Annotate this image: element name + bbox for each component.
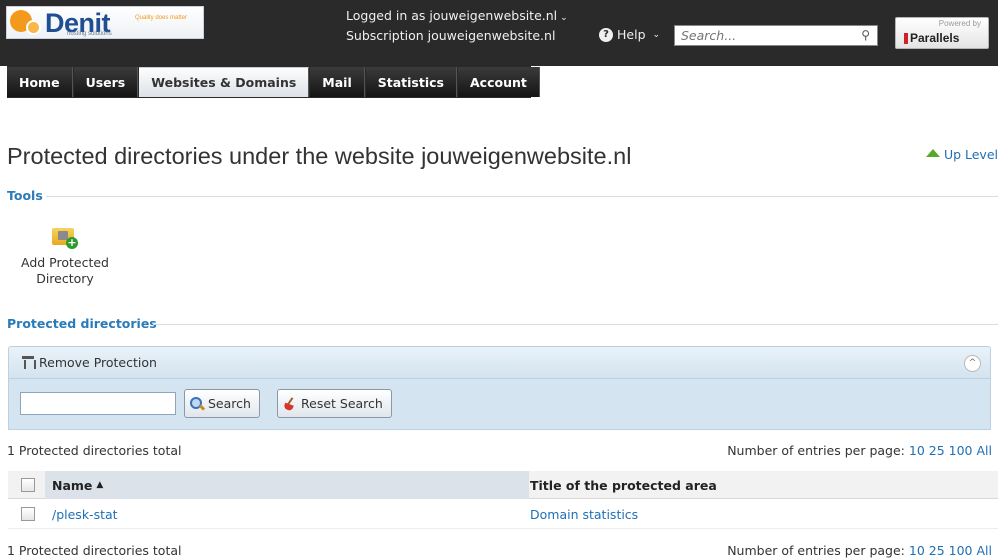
logo-mark-small: [26, 20, 41, 35]
per-page-100[interactable]: 100: [949, 543, 973, 558]
chevron-up-icon: ^: [968, 358, 977, 368]
tab-users[interactable]: Users: [73, 67, 139, 97]
remove-protection-button[interactable]: Remove Protection: [22, 355, 157, 370]
powered-by-label: Powered by: [938, 19, 981, 28]
table-header: Name ▲ Title of the protected area: [8, 471, 998, 499]
select-all-checkbox[interactable]: [21, 478, 35, 492]
tools-divider: [46, 196, 998, 197]
protected-directories-section-label: Protected directories: [7, 316, 157, 331]
up-arrow-icon: [925, 148, 940, 157]
per-page-label: Number of entries per page:: [727, 443, 905, 458]
search-panel: Search Reset Search: [8, 379, 991, 430]
per-page-all[interactable]: All: [977, 443, 993, 458]
per-page-label: Number of entries per page:: [727, 543, 905, 558]
reset-search-label: Reset Search: [301, 396, 383, 411]
total-count: 1 Protected directories total: [7, 443, 182, 458]
up-level-link[interactable]: Up Level: [925, 147, 998, 162]
tab-home[interactable]: Home: [7, 67, 73, 97]
protected-area-title-link[interactable]: Domain statistics: [530, 507, 638, 522]
entries-per-page: Number of entries per page: 10 25 100 Al…: [727, 443, 992, 458]
logged-in-text: Logged in as jouweigenwebsite.nl: [346, 8, 558, 23]
total-count-bottom: 1 Protected directories total: [7, 543, 182, 558]
collapse-toggle[interactable]: ^: [964, 355, 981, 372]
help-label: Help: [617, 27, 646, 42]
powered-by-badge[interactable]: Powered by Parallels: [895, 17, 989, 49]
logo-tagline: Quality does matter: [135, 15, 188, 21]
column-header-title: Title of the protected area: [530, 477, 717, 493]
reset-search-button[interactable]: Reset Search: [277, 389, 392, 418]
help-menu[interactable]: ? Help ⌄: [599, 27, 660, 42]
per-page-25[interactable]: 25: [929, 443, 945, 458]
logged-in-menu[interactable]: Logged in as jouweigenwebsite.nl ⌄: [346, 7, 568, 27]
tab-statistics[interactable]: Statistics: [365, 67, 457, 97]
remove-protection-label: Remove Protection: [39, 355, 157, 370]
per-page-10[interactable]: 10: [909, 543, 925, 558]
table-row: /plesk-stat Domain statistics: [8, 499, 998, 529]
powered-by-name: Parallels: [910, 31, 960, 45]
main-tabs: Home Users Websites & Domains Mail Stati…: [7, 67, 540, 97]
login-info: Logged in as jouweigenwebsite.nl ⌄ Subscr…: [346, 7, 568, 44]
sort-asc-icon: ▲: [96, 480, 104, 490]
list-divider: [153, 324, 998, 325]
brand-logo[interactable]: Denit Quality does matter hosting soluti…: [6, 6, 204, 39]
chevron-down-icon: ⌄: [560, 13, 568, 23]
logo-subtitle: hosting solutions: [67, 31, 112, 37]
parallels-logo-icon: [904, 33, 908, 44]
per-page-25[interactable]: 25: [929, 543, 945, 558]
trash-icon: [22, 356, 36, 369]
per-page-100[interactable]: 100: [949, 443, 973, 458]
up-level-label: Up Level: [943, 147, 998, 162]
list-search-input[interactable]: [20, 392, 176, 415]
add-protected-directory-button[interactable]: + Add Protected Directory: [12, 223, 118, 287]
tab-mail[interactable]: Mail: [310, 67, 365, 97]
top-header: Denit Quality does matter hosting soluti…: [0, 0, 998, 66]
tools-section-label: Tools: [7, 188, 43, 203]
magnifier-icon: [190, 396, 204, 411]
per-page-all[interactable]: All: [977, 543, 993, 558]
row-checkbox[interactable]: [21, 507, 35, 521]
broom-icon: [283, 397, 297, 411]
column-header-name[interactable]: Name ▲: [45, 471, 529, 499]
chevron-down-icon: ⌄: [652, 29, 661, 40]
directory-name-link[interactable]: /plesk-stat: [52, 507, 118, 522]
protected-folder-icon: +: [52, 223, 78, 249]
column-name-label: Name: [52, 477, 93, 493]
help-icon: ?: [599, 27, 613, 42]
search-button[interactable]: Search: [184, 389, 260, 418]
subscription-text: Subscription jouweigenwebsite.nl: [346, 28, 556, 43]
list-toolbar: Remove Protection ^: [8, 346, 991, 379]
entries-per-page-bottom: Number of entries per page: 10 25 100 Al…: [727, 543, 992, 558]
tab-websites-domains[interactable]: Websites & Domains: [139, 67, 310, 97]
page-title: Protected directories under the website …: [7, 143, 632, 169]
tab-account[interactable]: Account: [457, 67, 540, 97]
search-button-label: Search: [208, 396, 251, 411]
add-protected-directory-label: Add Protected Directory: [21, 255, 109, 286]
global-search: ⚲: [674, 25, 878, 46]
search-icon[interactable]: ⚲: [861, 28, 870, 42]
per-page-10[interactable]: 10: [909, 443, 925, 458]
search-input[interactable]: [675, 26, 845, 45]
